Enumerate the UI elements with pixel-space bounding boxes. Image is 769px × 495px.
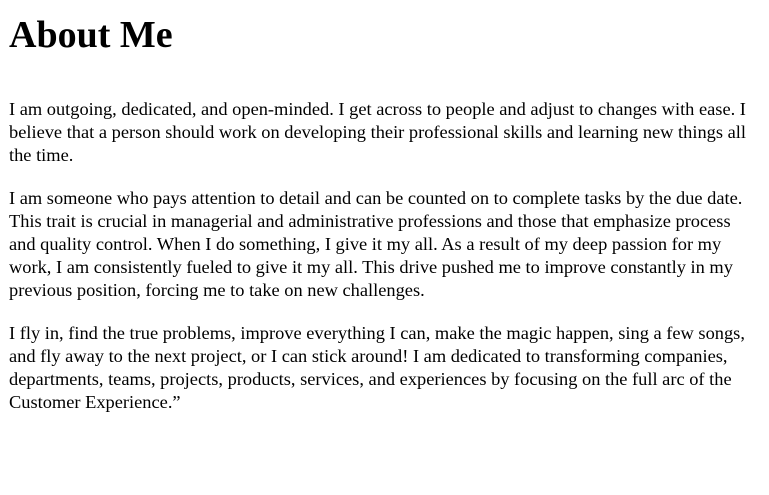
page-title: About Me [9, 14, 173, 56]
about-paragraph-3: I fly in, find the true problems, improv… [9, 323, 745, 412]
about-paragraph-1: I am outgoing, dedicated, and open-minde… [9, 99, 746, 165]
about-page: About Me I am outgoing, dedicated, and o… [9, 13, 760, 414]
about-paragraph-2: I am someone who pays attention to detai… [9, 188, 743, 300]
